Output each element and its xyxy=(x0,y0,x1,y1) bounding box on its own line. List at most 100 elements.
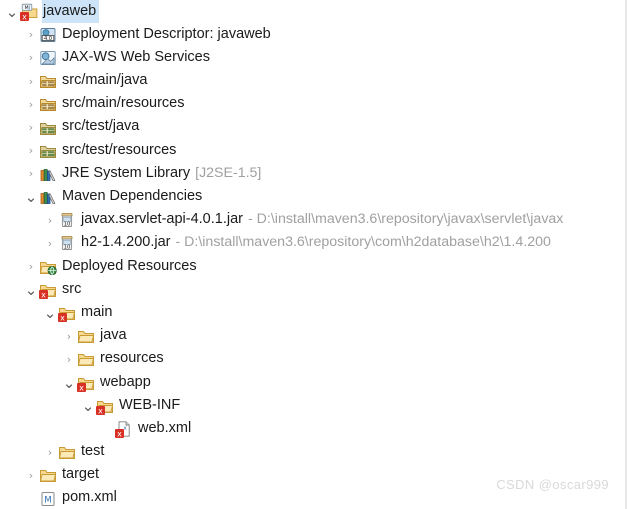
tree-label-wrap[interactable]: java xyxy=(99,325,130,348)
tree-label-wrap[interactable]: JRE System Library [J2SE-1.5] xyxy=(61,162,264,185)
tree-row-web-xml[interactable]: x x web.xml xyxy=(0,417,627,440)
chevron-right-icon[interactable]: › xyxy=(23,116,39,139)
tree-row-h2-jar[interactable]: › 10 h2-1.4.200.jar - D:\install\maven3.6\r… xyxy=(0,232,627,255)
svg-text:x: x xyxy=(41,290,46,299)
tree-label-wrap[interactable]: webapp xyxy=(99,371,154,394)
tree-item-label: JAX-WS Web Services xyxy=(62,48,210,65)
tree-item-label: pom.xml xyxy=(62,489,117,506)
library-icon xyxy=(39,188,57,206)
deployment-descriptor-icon: 4.0 xyxy=(39,26,57,44)
chevron-right-icon[interactable]: › xyxy=(23,464,39,487)
svg-text:x: x xyxy=(22,12,27,21)
tree-label-wrap[interactable]: main xyxy=(80,301,115,324)
tree-item-label: target xyxy=(62,466,100,483)
tree-row-jre-system-library[interactable]: › JRE System Library [J2SE-1.5] xyxy=(0,162,627,185)
tree-row-src-main-java[interactable]: › src/main/java xyxy=(0,70,627,93)
tree-row-src-test-java[interactable]: › src/test/java xyxy=(0,116,627,139)
tree-label-wrap[interactable]: javaweb xyxy=(42,0,100,24)
folder-error-icon: x xyxy=(58,304,76,323)
chevron-right-icon[interactable]: › xyxy=(61,348,77,371)
tree-label-wrap[interactable]: h2-1.4.200.jar - D:\install\maven3.6\repo… xyxy=(80,232,554,255)
watermark-label: CSDN @oscar999 xyxy=(496,477,609,492)
tree-label-wrap[interactable]: Deployed Resources xyxy=(61,255,200,278)
tree-label-wrap[interactable]: target xyxy=(61,464,102,487)
tree-label-wrap[interactable]: web.xml xyxy=(137,417,194,440)
chevron-down-icon[interactable]: ⌄ xyxy=(80,398,96,413)
project-explorer-tree[interactable]: ⌄ M Jx javaweb › 4.0 Deployment Descriptor: ja… xyxy=(0,0,627,509)
svg-text:10: 10 xyxy=(64,245,71,251)
tree-item-suffix: - D:\install\maven3.6\repository\javax\s… xyxy=(248,211,564,228)
folder-icon xyxy=(58,443,76,461)
tree-item-label: main xyxy=(81,303,113,320)
tree-label-wrap[interactable]: test xyxy=(80,441,107,464)
tree-row-webapp[interactable]: ⌄ x webapp xyxy=(0,371,627,394)
tree-row-web-inf[interactable]: ⌄ x WEB-INF xyxy=(0,394,627,417)
chevron-right-icon[interactable]: › xyxy=(23,70,39,93)
tree-row-java[interactable]: › java xyxy=(0,325,627,348)
tree-row-main[interactable]: ⌄ x main xyxy=(0,301,627,324)
test-source-folder-icon xyxy=(39,119,57,137)
folder-error-icon: x xyxy=(77,374,95,392)
tree-row-src-main-resources[interactable]: › src/main/resources xyxy=(0,93,627,116)
tree-label-wrap[interactable]: WEB-INF xyxy=(118,394,183,417)
chevron-right-icon[interactable]: › xyxy=(23,23,39,46)
tree-row-deployment-descriptor[interactable]: › 4.0 Deployment Descriptor: javaweb xyxy=(0,23,627,46)
chevron-down-icon[interactable]: ⌄ xyxy=(4,4,20,19)
tree-label-wrap[interactable]: src/test/java xyxy=(61,116,142,139)
tree-row-maven-dependencies[interactable]: ⌄ Maven Dependencies xyxy=(0,186,627,209)
tree-row-src-test-resources[interactable]: › src/test/resources xyxy=(0,139,627,162)
maven-java-project-error-icon: MJx xyxy=(20,3,38,21)
tree-row-javaweb[interactable]: ⌄ M Jx javaweb xyxy=(0,0,627,24)
tree-row-resources[interactable]: › resources xyxy=(0,348,627,371)
chevron-down-icon[interactable]: ⌄ xyxy=(23,282,39,297)
tree-item-label: web.xml xyxy=(138,419,192,436)
chevron-right-icon[interactable]: › xyxy=(42,209,58,232)
tree-label-wrap[interactable]: src xyxy=(61,278,84,301)
tree-row-deployed-resources[interactable]: › Deployed Resources xyxy=(0,255,627,278)
svg-text:x: x xyxy=(79,383,84,392)
chevron-down-icon[interactable]: ⌄ xyxy=(61,375,77,390)
svg-text:10: 10 xyxy=(64,222,71,228)
tree-item-label: h2-1.4.200.jar xyxy=(81,234,171,251)
tree-label-wrap[interactable]: Deployment Descriptor: javaweb xyxy=(61,23,274,46)
tree-row-src[interactable]: ⌄ x src xyxy=(0,278,627,301)
test-source-folder-icon xyxy=(39,142,57,160)
xml-file-error-icon: xx xyxy=(115,420,133,438)
tree-item-label: resources xyxy=(100,350,164,367)
tree-item-label: java xyxy=(100,327,127,344)
chevron-right-icon[interactable]: › xyxy=(23,255,39,278)
tree-label-wrap[interactable]: Maven Dependencies xyxy=(61,186,205,209)
tree-item-label: src xyxy=(62,280,82,297)
tree-label-wrap[interactable]: pom.xml xyxy=(61,487,120,509)
tree-label-wrap[interactable]: javax.servlet-api-4.0.1.jar - D:\install\… xyxy=(80,209,566,232)
tree-label-wrap[interactable]: src/main/java xyxy=(61,70,150,93)
tree-item-label: Deployment Descriptor: javaweb xyxy=(62,25,271,42)
chevron-right-icon[interactable]: › xyxy=(23,162,39,185)
chevron-down-icon[interactable]: ⌄ xyxy=(42,306,58,321)
tree-row-jax-ws-web-services[interactable]: › JAX-WS Web Services xyxy=(0,46,627,69)
chevron-right-icon[interactable]: › xyxy=(42,232,58,255)
tree-row-javax-servlet-api-jar[interactable]: › 10 javax.servlet-api-4.0.1.jar - D:\insta… xyxy=(0,209,627,232)
svg-text:x: x xyxy=(60,313,65,322)
tree-item-label: Maven Dependencies xyxy=(62,188,203,204)
tree-row-test[interactable]: › test xyxy=(0,441,627,464)
folder-error-icon: x xyxy=(96,397,114,415)
folder-icon xyxy=(77,350,95,368)
svg-text:J: J xyxy=(28,5,30,11)
tree-label-wrap[interactable]: resources xyxy=(99,348,167,371)
folder-icon xyxy=(39,466,57,484)
tree-label-wrap[interactable]: src/test/resources xyxy=(61,139,179,162)
chevron-down-icon[interactable]: ⌄ xyxy=(23,190,39,205)
library-icon xyxy=(39,165,57,183)
tree-label-wrap[interactable]: JAX-WS Web Services xyxy=(61,46,213,69)
tree-item-label: test xyxy=(81,443,105,460)
tree-item-label: src/test/java xyxy=(62,118,140,135)
tree-item-label: src/test/resources xyxy=(62,141,177,158)
chevron-right-icon[interactable]: › xyxy=(42,441,58,464)
tree-item-label: src/main/resources xyxy=(62,95,185,112)
chevron-right-icon[interactable]: › xyxy=(23,93,39,116)
chevron-right-icon[interactable]: › xyxy=(23,139,39,162)
chevron-right-icon[interactable]: › xyxy=(23,46,39,69)
chevron-right-icon[interactable]: › xyxy=(61,325,77,348)
tree-label-wrap[interactable]: src/main/resources xyxy=(61,93,187,116)
